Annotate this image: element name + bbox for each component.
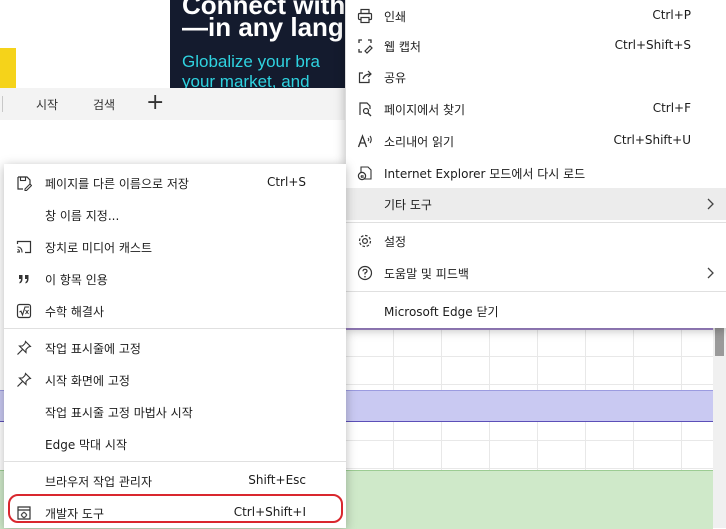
- menu-item-label: 페이지에서 찾기: [384, 103, 466, 117]
- submenu-divider: [4, 328, 346, 329]
- submenu-item-label: 장치로 미디어 캐스트: [45, 241, 152, 255]
- pin-icon: [15, 339, 33, 357]
- submenu-item-pin-taskbar[interactable]: 작업 표시줄에 고정: [4, 332, 346, 364]
- pin-icon: [15, 371, 33, 389]
- menu-item-label: Internet Explorer 모드에서 다시 로드: [384, 167, 586, 181]
- page-tab-bar: 시작 검색 +: [0, 88, 345, 121]
- submenu-item-save-as[interactable]: 페이지를 다른 이름으로 저장 Ctrl+S: [4, 167, 346, 199]
- menu-item-label: 웹 캡처: [384, 40, 421, 54]
- banner-line-4: your market, and: [182, 72, 310, 88]
- menu-item-label: 도움말 및 피드백: [384, 267, 469, 281]
- read-aloud-icon: [356, 132, 374, 150]
- submenu-item-cite[interactable]: 이 항목 인용: [4, 263, 346, 295]
- menu-item-find-on-page[interactable]: 페이지에서 찾기 Ctrl+F: [346, 93, 726, 125]
- quote-icon: [15, 270, 33, 288]
- edge-settings-menu: 인쇄 Ctrl+P 웹 캡처 Ctrl+Shift+S 공유 페이지에서 찾기 …: [345, 0, 726, 328]
- add-tab-button[interactable]: +: [146, 90, 164, 116]
- tab-separator: [2, 96, 3, 112]
- submenu-item-label: 작업 표시줄 고정 마법사 시작: [45, 406, 193, 420]
- menu-divider: [346, 291, 726, 292]
- submenu-item-math-solver[interactable]: 수학 해결사: [4, 295, 346, 327]
- more-tools-submenu: 페이지를 다른 이름으로 저장 Ctrl+S 창 이름 지정... 장치로 미디…: [4, 164, 346, 528]
- menu-item-label: 기타 도구: [384, 198, 432, 212]
- gear-icon: [356, 232, 374, 250]
- ad-banner[interactable]: Connect with —in any langu Globalize you…: [170, 0, 345, 88]
- menu-item-label: 공유: [384, 71, 407, 85]
- submenu-item-label: 브라우저 작업 관리자: [45, 475, 152, 489]
- tab-start[interactable]: 시작: [36, 96, 58, 113]
- menu-item-shortcut: Ctrl+F: [652, 101, 691, 115]
- svg-text:e: e: [360, 174, 364, 180]
- menu-item-ie-mode[interactable]: e Internet Explorer 모드에서 다시 로드: [346, 157, 726, 189]
- menu-item-shortcut: Ctrl+Shift+U: [613, 133, 691, 147]
- ie-mode-icon: e: [356, 164, 374, 182]
- submenu-item-label: 수학 해결사: [45, 305, 105, 319]
- share-icon: [356, 68, 374, 86]
- menu-item-close-edge[interactable]: Microsoft Edge 닫기: [346, 295, 726, 327]
- submenu-item-pin-wizard[interactable]: 작업 표시줄 고정 마법사 시작: [4, 396, 346, 428]
- menu-item-settings[interactable]: 설정: [346, 225, 726, 257]
- vertical-scrollbar[interactable]: [713, 328, 726, 528]
- timeline-marker: [345, 328, 713, 330]
- chevron-right-icon: [705, 194, 715, 214]
- menu-item-label: 설정: [384, 235, 407, 249]
- tab-search[interactable]: 검색: [93, 96, 115, 113]
- submenu-item-task-manager[interactable]: 브라우저 작업 관리자 Shift+Esc: [4, 465, 346, 497]
- menu-item-label: Microsoft Edge 닫기: [384, 305, 499, 319]
- submenu-item-pin-start[interactable]: 시작 화면에 고정: [4, 364, 346, 396]
- chevron-right-icon: [705, 263, 715, 283]
- menu-item-more-tools[interactable]: 기타 도구: [346, 188, 726, 220]
- submenu-item-label: 페이지를 다른 이름으로 저장: [45, 177, 189, 191]
- submenu-item-cast-media[interactable]: 장치로 미디어 캐스트: [4, 231, 346, 263]
- banner-line-2: —in any langu: [182, 12, 345, 42]
- menu-item-read-aloud[interactable]: 소리내어 읽기 Ctrl+Shift+U: [346, 125, 726, 157]
- submenu-item-shortcut: Ctrl+S: [266, 175, 306, 189]
- math-solver-icon: [15, 302, 33, 320]
- menu-item-shortcut: Ctrl+P: [652, 8, 691, 22]
- scrollbar-thumb[interactable]: [715, 328, 724, 356]
- menu-item-web-capture[interactable]: 웹 캡처 Ctrl+Shift+S: [346, 30, 726, 62]
- submenu-item-edge-bar[interactable]: Edge 막대 시작: [4, 428, 346, 460]
- submenu-divider: [4, 461, 346, 462]
- save-as-icon: [15, 174, 33, 192]
- page-header-area: [0, 0, 170, 88]
- highlight-annotation: [8, 494, 343, 523]
- find-icon: [356, 100, 374, 118]
- menu-item-help-feedback[interactable]: 도움말 및 피드백: [346, 257, 726, 289]
- submenu-item-label: 창 이름 지정...: [45, 209, 120, 223]
- menu-item-print[interactable]: 인쇄 Ctrl+P: [346, 0, 726, 32]
- site-logo: [0, 48, 16, 88]
- help-icon: [356, 264, 374, 282]
- menu-item-share[interactable]: 공유: [346, 61, 726, 93]
- menu-divider: [346, 222, 726, 223]
- menu-item-label: 소리내어 읽기: [384, 135, 455, 149]
- menu-item-label: 인쇄: [384, 10, 407, 24]
- submenu-item-label: 이 항목 인용: [45, 273, 108, 287]
- submenu-item-name-window[interactable]: 창 이름 지정...: [4, 199, 346, 231]
- print-icon: [356, 7, 374, 25]
- banner-line-3: Globalize your bra: [182, 52, 320, 71]
- submenu-item-label: 작업 표시줄에 고정: [45, 342, 141, 356]
- web-capture-icon: [356, 37, 374, 55]
- submenu-item-label: Edge 막대 시작: [45, 438, 127, 452]
- cast-icon: [15, 238, 33, 256]
- menu-item-shortcut: Ctrl+Shift+S: [614, 38, 691, 52]
- submenu-item-shortcut: Shift+Esc: [248, 473, 306, 487]
- submenu-item-label: 시작 화면에 고정: [45, 374, 130, 388]
